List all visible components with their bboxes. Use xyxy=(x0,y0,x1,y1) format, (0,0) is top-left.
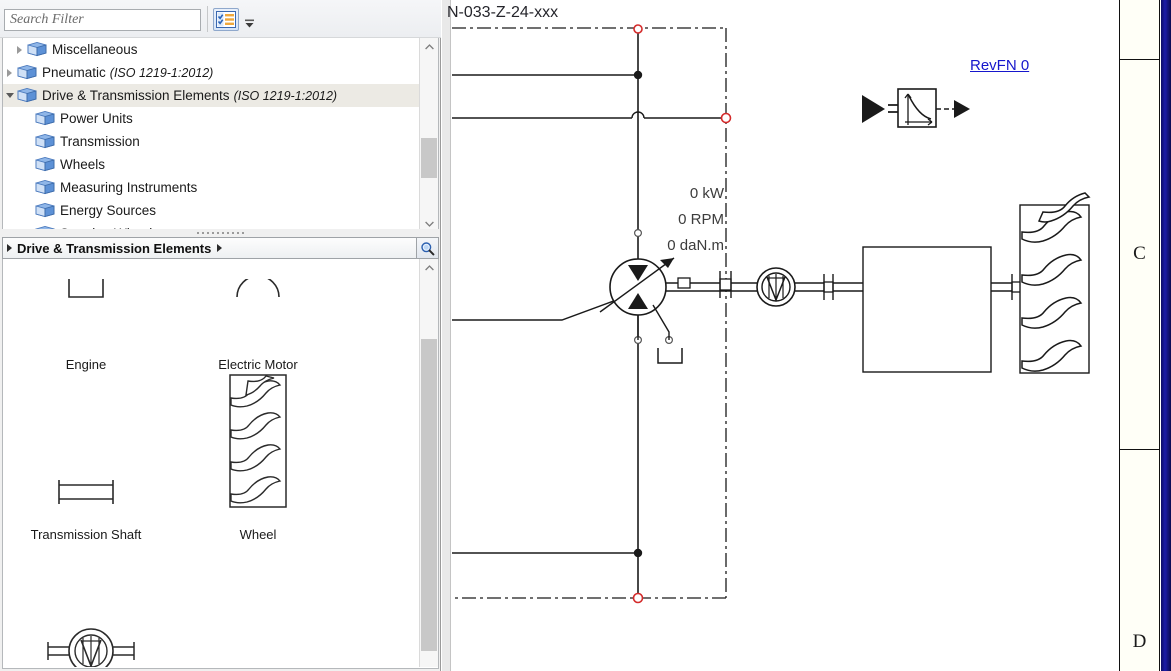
application-window: Miscellaneous Pneumatic(ISO 1219-1:2012)… xyxy=(0,0,1171,671)
measurement-power: 0 kW xyxy=(689,185,724,202)
library-book-icon xyxy=(34,156,56,174)
tree-scroll-thumb[interactable] xyxy=(421,138,437,178)
tree-item-label: Power Units xyxy=(60,111,133,126)
search-input[interactable] xyxy=(4,9,201,31)
tree-item-standard: (ISO 1219-1:2012) xyxy=(109,65,214,80)
search-toolbar xyxy=(0,0,441,38)
tree-item-label: Pneumatic xyxy=(42,65,106,80)
electric-motor-symbol xyxy=(193,259,323,339)
chevron-down-icon[interactable] xyxy=(243,17,256,30)
tree-item-label: Measuring Instruments xyxy=(60,180,198,195)
transmission-shaft-symbol xyxy=(21,389,151,509)
breadcrumb-label[interactable]: Drive & Transmission Elements xyxy=(17,241,211,256)
library-book-icon xyxy=(26,41,48,59)
revfn-link[interactable]: RevFN 0 xyxy=(970,57,1029,74)
tree-item-standard: (ISO 1219-1:2012) xyxy=(233,88,338,103)
drawing-frame-row-labels: C D xyxy=(1119,0,1160,671)
tree-item-measuring-instruments[interactable]: Measuring Instruments xyxy=(3,176,419,199)
library-scrollbar[interactable] xyxy=(419,259,438,667)
tree-item-label: Energy Sources xyxy=(60,203,157,218)
canvas-scroll-thumb[interactable] xyxy=(1161,0,1171,671)
tree-item-label: Miscellaneous xyxy=(52,42,138,57)
grip-dots xyxy=(197,232,244,234)
tree-item-label: Transmission xyxy=(60,134,140,149)
category-tree-list[interactable]: Miscellaneous Pneumatic (ISO 1219-1:2012)… xyxy=(3,38,419,232)
schematic-drawing xyxy=(452,24,1091,604)
collapse-triangle-icon[interactable] xyxy=(3,84,16,107)
library-item-transmission-shaft[interactable]: Transmission Shaft xyxy=(21,389,151,542)
tree-item-pneumatic[interactable]: Pneumatic (ISO 1219-1:2012) xyxy=(3,61,419,84)
library-item-caption: Transmission Shaft xyxy=(30,527,142,542)
library-book-icon xyxy=(34,133,56,151)
library-book-icon xyxy=(16,87,38,105)
engine-symbol xyxy=(21,259,151,339)
triangle-left-icon[interactable] xyxy=(3,238,15,258)
library-item-caption: Electric Motor xyxy=(218,357,298,372)
frame-row-label-C: C xyxy=(1133,243,1146,264)
library-book-icon xyxy=(34,202,56,220)
tree-item-power-units[interactable]: Power Units xyxy=(3,107,419,130)
panel-resize-grip[interactable] xyxy=(2,229,439,237)
library-book-icon xyxy=(34,179,56,197)
library-item-caption: Engine xyxy=(65,357,107,372)
scroll-up-button[interactable] xyxy=(420,259,438,276)
tree-item-label: Drive & Transmission Elements xyxy=(42,88,230,103)
measurement-torque: 0 daN.m xyxy=(667,237,724,254)
canvas-vertical-scrollbar[interactable] xyxy=(1161,0,1171,671)
tree-item-energy-sources[interactable]: Energy Sources xyxy=(3,199,419,222)
category-tree: Miscellaneous Pneumatic (ISO 1219-1:2012)… xyxy=(2,38,439,234)
symbol-library-canvas[interactable]: Engine Electric Motor Transmission Shaft… xyxy=(3,259,418,667)
library-scroll-thumb[interactable] xyxy=(421,339,437,651)
library-item-caption: Wheel xyxy=(239,527,277,542)
multi-gauge-symbol xyxy=(11,559,171,667)
wheel-symbol xyxy=(193,374,323,509)
library-book-icon xyxy=(34,110,56,128)
library-item-electric-motor[interactable]: Electric Motor xyxy=(193,259,323,372)
measurement-speed: 0 RPM xyxy=(678,211,724,228)
library-item-wheel[interactable]: Wheel xyxy=(193,374,323,542)
scroll-up-button[interactable] xyxy=(420,38,438,55)
expand-triangle-icon[interactable] xyxy=(13,38,26,61)
tree-item-miscellaneous[interactable]: Miscellaneous xyxy=(3,38,419,61)
breadcrumb: Drive & Transmission Elements xyxy=(2,237,439,259)
symbol-browser-panel: Miscellaneous Pneumatic(ISO 1219-1:2012)… xyxy=(0,0,441,671)
tree-item-drive-transmission-elements[interactable]: Drive & Transmission Elements (ISO 1219-1… xyxy=(3,84,419,107)
triangle-right-icon[interactable] xyxy=(217,244,227,252)
symbol-library: Engine Electric Motor Transmission Shaft… xyxy=(2,259,439,669)
tree-scrollbar[interactable] xyxy=(419,38,438,232)
magnifier-icon[interactable] xyxy=(416,238,438,258)
library-item-mechanical-multi-gauge[interactable]: Mechanical Multi-Gauge xyxy=(11,559,171,667)
diagram-canvas[interactable]: N-033-Z-24-xxx 0 kW 0 RPM 0 daN.m RevFN … xyxy=(442,0,1171,671)
filter-checklist-icon[interactable] xyxy=(213,8,239,31)
tree-item-label: Wheels xyxy=(60,157,106,172)
toolbar-separator xyxy=(207,6,208,32)
expand-triangle-icon[interactable] xyxy=(3,61,16,84)
tree-item-wheels[interactable]: Wheels xyxy=(3,153,419,176)
frame-row-label-D: D xyxy=(1132,631,1147,652)
library-item-engine[interactable]: Engine xyxy=(21,259,151,372)
library-book-icon xyxy=(16,64,38,82)
tree-item-transmission[interactable]: Transmission xyxy=(3,130,419,153)
